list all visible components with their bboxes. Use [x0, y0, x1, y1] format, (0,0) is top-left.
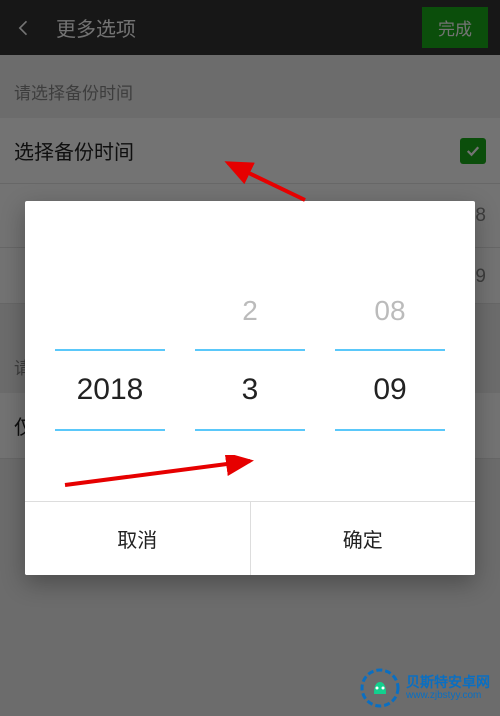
month-column[interactable]: 2 3 [195, 271, 305, 431]
picker-body: 2018 2 3 08 09 [25, 201, 475, 501]
day-prev: 08 [374, 271, 405, 351]
date-picker-dialog: 2018 2 3 08 09 取消 确定 [25, 201, 475, 575]
month-prev: 2 [242, 271, 258, 351]
cancel-button[interactable]: 取消 [25, 502, 250, 575]
confirm-button[interactable]: 确定 [250, 502, 476, 575]
day-column[interactable]: 08 09 [335, 271, 445, 431]
watermark: 贝斯特安卓网 www.zjbstyy.com [360, 668, 490, 708]
modal-overlay: 2018 2 3 08 09 取消 确定 [0, 0, 500, 716]
month-current: 3 [195, 351, 305, 431]
watermark-logo-icon [360, 668, 400, 708]
year-current: 2018 [55, 351, 165, 431]
day-current: 09 [335, 351, 445, 431]
watermark-url: www.zjbstyy.com [406, 690, 490, 701]
dialog-buttons: 取消 确定 [25, 501, 475, 575]
year-column[interactable]: 2018 [55, 271, 165, 431]
watermark-name: 贝斯特安卓网 [406, 675, 490, 690]
